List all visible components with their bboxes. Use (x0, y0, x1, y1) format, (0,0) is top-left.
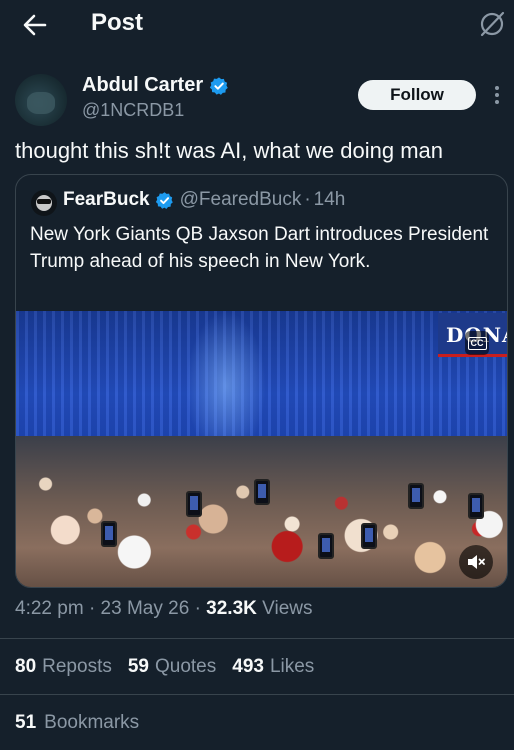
quoted-text: New York Giants QB Jaxson Dart introduce… (30, 224, 489, 272)
follow-button[interactable]: Follow (358, 80, 476, 110)
more-vertical-icon (495, 86, 499, 104)
views-label[interactable]: Views (262, 598, 312, 619)
separator-dot: · (88, 598, 96, 619)
crowd-phone (254, 479, 270, 505)
divider (0, 694, 514, 695)
divider (0, 638, 514, 639)
captions-button[interactable]: CC (465, 331, 489, 355)
speaker-muted-icon (468, 555, 485, 569)
bookmarks-count: 51 (15, 712, 37, 733)
author-name-row[interactable]: Abdul Carter (82, 74, 229, 97)
reposts-count: 80 (15, 656, 37, 677)
engagement-stats: 80 Reposts 59 Quotes 493 Likes (15, 656, 314, 678)
post-text: thought this sh!t was AI, what we doing … (15, 138, 444, 163)
post-date[interactable]: 23 May 26 (101, 598, 190, 619)
quoted-video[interactable]: DONALD CC (16, 311, 507, 587)
crowd-phone (361, 523, 377, 549)
arrow-left-icon (23, 14, 47, 36)
more-options-button[interactable] (491, 84, 503, 106)
quoted-post[interactable]: FearBuck @FearedBuck · 14h New York Gian… (15, 174, 508, 588)
verified-badge-icon (155, 191, 173, 209)
likes-stat[interactable]: 493 Likes (232, 656, 314, 678)
back-button[interactable] (20, 10, 50, 40)
post-author: Abdul Carter @1NCRDB1 Follow (0, 62, 514, 132)
quotes-label: Quotes (154, 656, 217, 677)
verified-badge-icon (210, 76, 228, 95)
reposts-label: Reposts (42, 656, 112, 677)
quoted-handle[interactable]: @FearedBuck (180, 189, 302, 211)
page-title: Post (91, 9, 144, 36)
post-meta: 4:22 pm · 23 May 26 · 32.3K Views (15, 598, 313, 620)
separator-dot: · (304, 189, 311, 210)
crowd-phone (318, 533, 334, 559)
quoted-avatar[interactable] (31, 190, 57, 216)
author-avatar[interactable] (15, 74, 67, 126)
crowd-phone (468, 493, 484, 519)
quotes-stat[interactable]: 59 Quotes (128, 656, 216, 678)
views-count[interactable]: 32.3K (206, 598, 257, 619)
crowd-phone (186, 491, 202, 517)
author-name[interactable]: Abdul Carter (82, 74, 203, 97)
grok-button[interactable] (477, 9, 507, 39)
bookmarks-stat[interactable]: 51 Bookmarks (15, 712, 139, 734)
likes-count: 493 (232, 656, 264, 677)
top-bar: Post (0, 0, 514, 50)
author-handle[interactable]: @1NCRDB1 (82, 100, 184, 121)
crowd-phone (101, 521, 117, 547)
captions-label: CC (467, 336, 487, 350)
quoted-timestamp[interactable]: 14h (314, 189, 346, 211)
quoted-header: FearBuck @FearedBuck · 14h (63, 189, 345, 211)
grok-icon (480, 11, 505, 37)
reposts-stat[interactable]: 80 Reposts (15, 656, 112, 678)
quoted-name[interactable]: FearBuck (63, 189, 150, 211)
likes-label: Likes (269, 656, 315, 677)
mute-button[interactable] (459, 545, 493, 579)
separator-dot: · (194, 598, 201, 619)
post-time[interactable]: 4:22 pm (15, 598, 84, 619)
crowd-phone (408, 483, 424, 509)
quotes-count: 59 (127, 656, 149, 677)
bookmarks-label: Bookmarks (44, 712, 140, 733)
